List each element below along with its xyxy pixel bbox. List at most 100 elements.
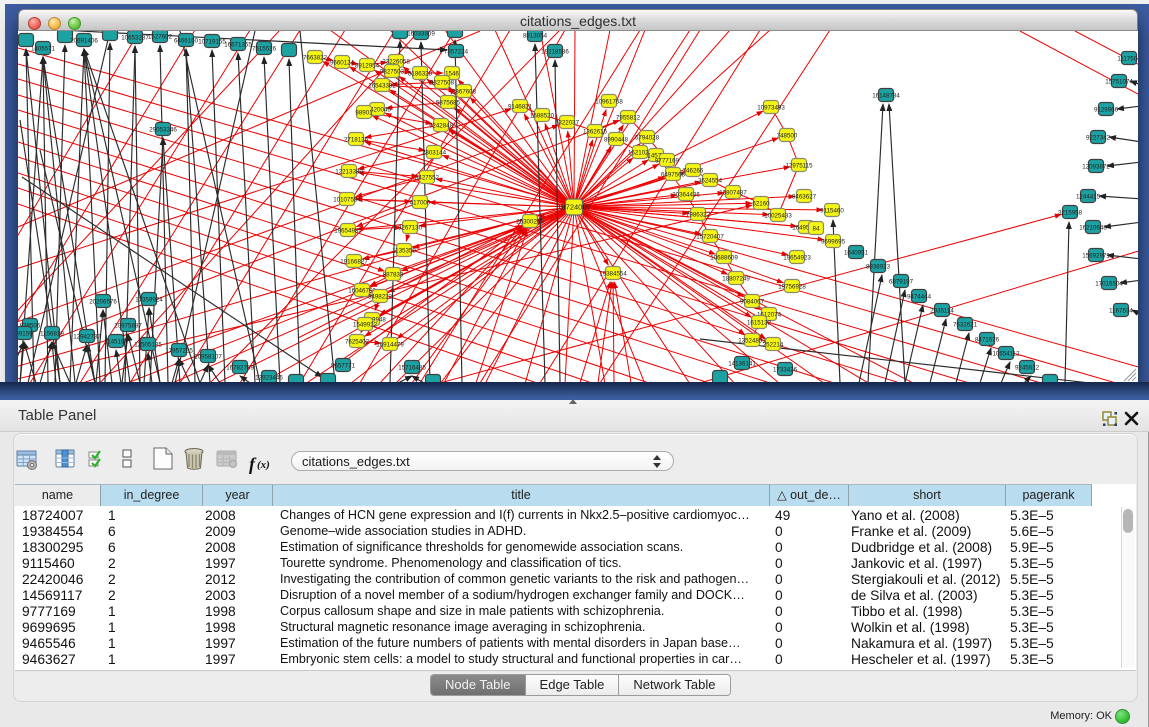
svg-text:1117504: 1117504	[1117, 55, 1138, 62]
svg-text:15751074: 15751074	[1105, 78, 1133, 85]
svg-text:1135359: 1135359	[392, 247, 416, 254]
svg-text:8813054: 8813054	[523, 32, 548, 39]
svg-text:2718126: 2718126	[344, 136, 369, 143]
svg-text:3624554: 3624554	[698, 177, 723, 184]
svg-text:10807487: 10807487	[719, 189, 747, 196]
svg-text:10654112: 10654112	[992, 350, 1020, 357]
svg-text:16671355: 16671355	[224, 41, 252, 48]
svg-text:19166827: 19166827	[340, 258, 368, 265]
svg-text:2935114: 2935114	[930, 307, 954, 314]
svg-text:12942737: 12942737	[73, 333, 101, 340]
svg-text:887833: 887833	[383, 271, 404, 278]
svg-text:9660124: 9660124	[330, 59, 355, 66]
svg-text:7515526: 7515526	[252, 45, 277, 52]
svg-text:748500: 748500	[777, 132, 798, 139]
svg-text:6466160: 6466160	[174, 37, 199, 44]
svg-text:3267130: 3267130	[398, 224, 423, 231]
svg-text:19218586: 19218586	[541, 48, 569, 55]
svg-text:1615132: 1615132	[747, 319, 772, 326]
svg-text:2803144: 2803144	[422, 149, 447, 156]
svg-text:5875685: 5875685	[436, 99, 461, 106]
svg-text:8990448: 8990448	[604, 136, 629, 143]
svg-text:1244415: 1244415	[1076, 193, 1101, 200]
svg-text:6794028: 6794028	[635, 134, 660, 141]
svg-text:98901: 98901	[355, 109, 373, 116]
svg-text:3498222: 3498222	[368, 293, 393, 300]
svg-text:9827503: 9827503	[380, 68, 405, 75]
svg-text:16914479: 16914479	[376, 341, 404, 348]
svg-text:12213389: 12213389	[335, 168, 363, 175]
svg-text:19654985: 19654985	[334, 227, 362, 234]
svg-text:12505135: 12505135	[134, 341, 162, 348]
svg-text:1549922: 1549922	[353, 321, 378, 328]
svg-text:12975115: 12975115	[785, 162, 813, 169]
svg-text:9129966: 9129966	[1094, 106, 1119, 113]
svg-text:9242848: 9242848	[429, 122, 454, 129]
svg-text:20975887: 20975887	[114, 322, 142, 329]
svg-text:1362615: 1362615	[583, 128, 608, 135]
svg-text:9115460: 9115460	[820, 207, 844, 214]
svg-text:1588520: 1588520	[530, 112, 555, 119]
svg-text:10958107: 10958107	[194, 353, 222, 360]
svg-text:1733426: 1733426	[773, 366, 798, 373]
svg-text:16148784: 16148784	[872, 92, 900, 99]
svg-text:20364436: 20364436	[672, 191, 700, 198]
svg-text:15716485: 15716485	[398, 364, 426, 371]
svg-text:10653287: 10653287	[121, 34, 149, 41]
svg-text:1405571: 1405571	[31, 45, 56, 52]
svg-text:9699695: 9699695	[821, 238, 846, 245]
svg-text:6879197: 6879197	[889, 278, 914, 285]
svg-text:17359924: 17359924	[135, 296, 163, 303]
svg-text:7986322: 7986322	[686, 211, 711, 218]
svg-text:17016504: 17016504	[1095, 280, 1123, 287]
svg-text:16782759: 16782759	[226, 364, 254, 371]
svg-text:7357224: 7357224	[444, 48, 469, 55]
svg-text:1527602: 1527602	[148, 33, 173, 40]
svg-text:15692971: 15692971	[1082, 252, 1110, 259]
svg-text:8471676: 8471676	[975, 336, 1000, 343]
svg-text:(x): (x)	[257, 459, 270, 471]
svg-text:9227342: 9227342	[1086, 134, 1111, 141]
svg-text:17957225: 17957225	[165, 347, 193, 354]
svg-text:f: f	[249, 454, 257, 474]
svg-text:9084067: 9084067	[740, 298, 765, 305]
svg-text:9657771: 9657771	[331, 362, 356, 369]
svg-text:20691406: 20691406	[70, 37, 98, 44]
svg-text:16033809: 16033809	[407, 31, 435, 37]
svg-text:9463627: 9463627	[792, 193, 817, 200]
svg-text:9474444: 9474444	[907, 293, 932, 300]
svg-text:8427552: 8427552	[415, 174, 440, 181]
svg-text:62160: 62160	[752, 200, 770, 207]
svg-text:7625402: 7625402	[345, 338, 370, 345]
svg-text:84: 84	[813, 225, 820, 232]
svg-text:1640951: 1640951	[844, 249, 869, 256]
svg-text:12923446: 12923446	[255, 374, 283, 381]
svg-text:746266: 746266	[683, 167, 704, 174]
svg-text:1145194: 1145194	[104, 338, 128, 345]
svg-text:9146821: 9146821	[508, 103, 533, 110]
svg-text:20206576: 20206576	[89, 298, 117, 305]
svg-text:15720407: 15720407	[696, 233, 724, 240]
svg-text:1156819: 1156819	[40, 330, 64, 337]
svg-text:5322037: 5322037	[555, 119, 580, 126]
svg-text:10688609: 10688609	[710, 254, 738, 261]
svg-text:39159: 39159	[18, 330, 33, 337]
svg-text:7955812: 7955812	[616, 114, 641, 121]
svg-text:12093872: 12093872	[1082, 163, 1110, 170]
svg-text:25300295: 25300295	[516, 218, 544, 225]
svg-text:1167534: 1167534	[1109, 307, 1133, 314]
svg-text:9327508: 9327508	[430, 79, 455, 86]
svg-text:16543382: 16543382	[368, 82, 396, 89]
svg-text:10719155: 10719155	[198, 38, 226, 45]
svg-text:19756928: 19756928	[778, 283, 806, 290]
svg-text:10107554: 10107554	[333, 196, 361, 203]
svg-text:9777169: 9777169	[655, 157, 680, 164]
svg-text:3215958: 3215958	[1058, 209, 1083, 216]
svg-text:14136141: 14136141	[728, 360, 756, 367]
svg-text:19384554: 19384554	[599, 270, 627, 277]
svg-text:10961768: 10961768	[595, 98, 623, 105]
svg-text:18724007: 18724007	[557, 202, 590, 211]
svg-text:19654923: 19654923	[783, 254, 811, 261]
svg-text:10973493: 10973493	[757, 104, 785, 111]
svg-text:7632621: 7632621	[953, 321, 978, 328]
